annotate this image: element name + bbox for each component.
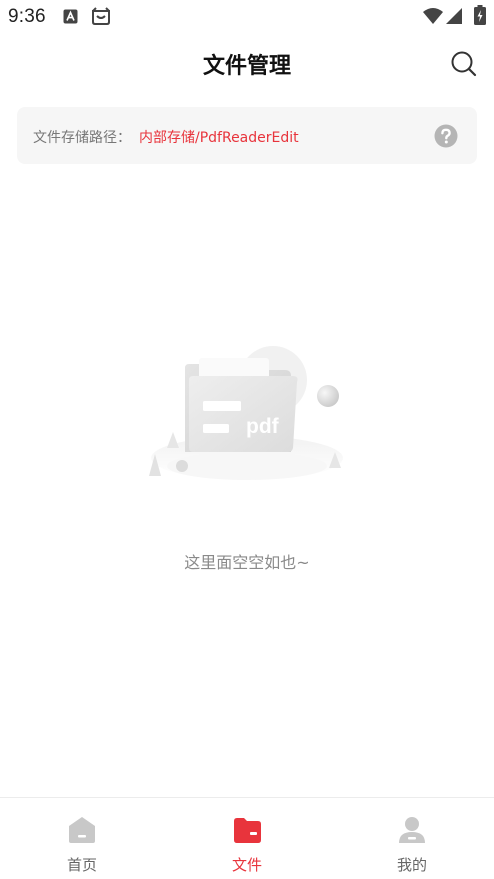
nav-item-profile[interactable]: 我的 — [330, 798, 494, 879]
search-icon — [451, 51, 477, 77]
profile-icon — [399, 817, 425, 843]
header: 文件管理 — [0, 34, 494, 92]
folder-icon — [234, 818, 261, 843]
text-notification-icon — [63, 9, 78, 28]
storage-path-value: 内部存储/PdfReaderEdit — [139, 130, 299, 146]
storage-path-bar: 文件存储路径： 内部存储/PdfReaderEdit — [17, 107, 477, 164]
empty-state-illustration: pdf — [145, 340, 350, 490]
empty-state-message: 这里面空空如也~ — [184, 553, 310, 572]
storage-path-label: 文件存储路径： — [33, 130, 131, 146]
android-notification-icon — [90, 6, 112, 30]
help-icon — [434, 124, 458, 148]
pdf-text: pdf — [246, 415, 279, 438]
wifi-icon — [423, 8, 443, 28]
status-time: 9:36 — [8, 6, 46, 27]
nav-label-files: 文件 — [231, 856, 262, 874]
nav-item-files[interactable]: 文件 — [165, 798, 329, 879]
nav-item-home[interactable]: 首页 — [0, 798, 164, 879]
signal-icon — [446, 8, 462, 28]
battery-charging-icon — [474, 5, 486, 29]
page-title: 文件管理 — [202, 54, 291, 79]
home-icon — [69, 817, 95, 843]
status-bar: 9:36 — [0, 0, 494, 34]
search-button[interactable] — [448, 48, 480, 80]
bottom-navigation: 首页 文件 我的 — [0, 797, 494, 879]
help-button[interactable] — [434, 124, 458, 148]
nav-label-profile: 我的 — [396, 856, 427, 874]
nav-label-home: 首页 — [66, 856, 97, 874]
